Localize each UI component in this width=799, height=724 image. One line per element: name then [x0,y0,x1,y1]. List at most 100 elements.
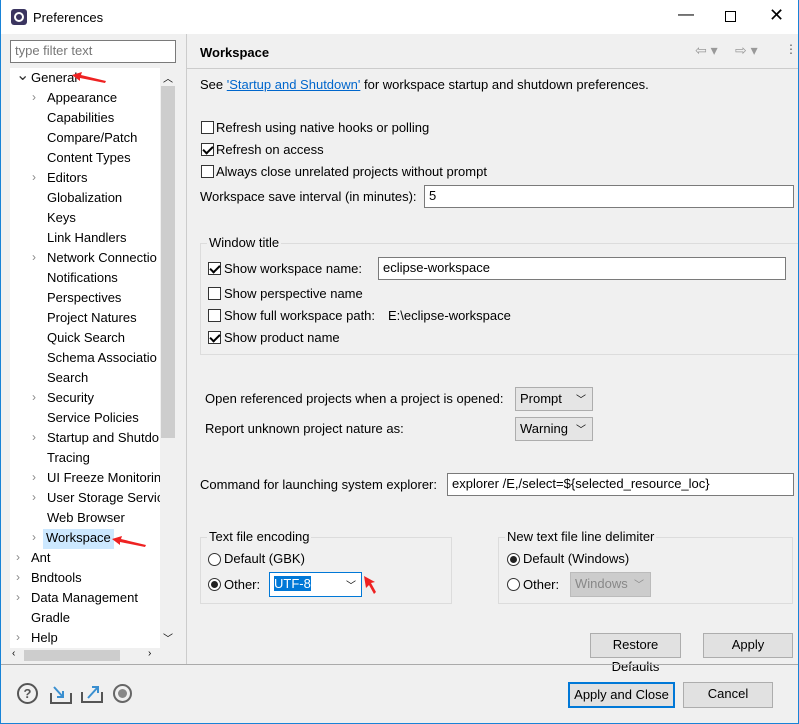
maximize-button[interactable] [725,11,736,22]
chevron-right-icon[interactable]: › [32,490,36,504]
export-icon[interactable] [80,682,104,704]
tree-item[interactable]: Perspectives [47,289,121,309]
delimiter-default-radio[interactable] [507,553,520,566]
encoding-other-radio[interactable] [208,578,221,591]
tree-item[interactable]: Schema Associatio [47,349,157,369]
tree-item[interactable]: Search [47,369,88,389]
tree-vertical-scrollbar[interactable]: ︿ ﹀ [160,68,176,648]
tree-item[interactable]: Globalization [47,189,122,209]
scroll-thumb[interactable] [24,650,120,661]
delimiter-default-label: Default (Windows) [523,551,630,566]
show-product-label: Show product name [224,330,340,345]
tree-item[interactable]: Tracing [47,449,90,469]
tree-item[interactable]: User Storage Servic [47,489,160,509]
report-unknown-label: Report unknown project nature as: [205,421,404,436]
tree-item[interactable]: Keys [47,209,76,229]
delimiter-other-label: Other: [523,577,560,592]
show-workspace-name-checkbox[interactable] [208,262,221,275]
chevron-right-icon[interactable]: › [32,170,36,184]
refresh-access-label: Refresh on access [216,142,324,157]
chevron-down-icon: ﹀ [346,581,356,592]
show-full-path-label: Show full workspace path: [224,308,376,323]
help-icon[interactable]: ? [17,683,38,704]
annotation-arrow-icon [112,536,146,547]
close-button[interactable]: ✕ [769,5,784,26]
startup-shutdown-link[interactable]: 'Startup and Shutdown' [227,77,361,92]
filter-input[interactable]: type filter text [10,40,176,63]
tree-item[interactable]: Ant [31,549,51,569]
import-icon[interactable] [49,683,73,705]
tree-item[interactable]: Bndtools [31,569,82,589]
title-bar: Preferences — ✕ [0,0,799,34]
tree-item[interactable]: Workspace [43,529,114,549]
divider [186,34,187,664]
group-title: Text file encoding [207,529,312,544]
tree-item[interactable]: Appearance [47,89,117,109]
apply-button[interactable]: Apply [703,633,793,658]
chevron-right-icon[interactable]: › [16,630,20,644]
back-icon[interactable]: ⇦ ▾ [695,42,718,59]
workspace-name-input[interactable]: eclipse-workspace [378,257,786,280]
chevron-right-icon[interactable]: › [32,470,36,484]
explorer-input[interactable]: explorer /E,/select=${selected_resource_… [447,473,794,496]
view-menu-icon[interactable]: ⋮ [785,42,797,56]
save-interval-input[interactable]: 5 [424,185,794,208]
tree-item[interactable]: Security [47,389,94,409]
tree-horizontal-scrollbar[interactable]: ‹ › [10,648,160,663]
tree-item[interactable]: Notifications [47,269,118,289]
chevron-right-icon[interactable]: › [32,430,36,444]
tree-item[interactable]: Quick Search [47,329,125,349]
encoding-select[interactable]: UTF-8 ﹀ [269,572,362,597]
chevron-right-icon[interactable]: › [32,390,36,404]
forward-icon[interactable]: ⇨ ▾ [735,42,758,59]
annotation-arrow-icon [72,72,106,83]
record-icon[interactable] [113,684,132,703]
tree-item[interactable]: Network Connectio [47,249,157,269]
tree-item[interactable]: Web Browser [47,509,125,529]
cancel-button[interactable]: Cancel [683,682,773,708]
tree-item[interactable]: Editors [47,169,87,189]
chevron-right-icon[interactable]: › [16,550,20,564]
chevron-right-icon[interactable]: › [32,90,36,104]
save-interval-label: Workspace save interval (in minutes): [200,189,417,204]
show-full-path-checkbox[interactable] [208,309,221,322]
chevron-down-icon[interactable]: ⌄ [16,68,29,85]
delimiter-other-radio[interactable] [507,578,520,591]
refresh-native-checkbox[interactable] [201,121,214,134]
tree-item[interactable]: Link Handlers [47,229,127,249]
encoding-default-label: Default (GBK) [224,551,305,566]
delimiter-select[interactable]: Windows ﹀ [570,572,651,597]
restore-defaults-button[interactable]: Restore Defaults [590,633,681,674]
apply-and-close-button[interactable]: Apply and Close [568,682,675,708]
chevron-right-icon[interactable]: › [16,590,20,604]
tree-item[interactable]: Content Types [47,149,131,169]
show-perspective-checkbox[interactable] [208,287,221,300]
tree-item[interactable]: Capabilities [47,109,114,129]
encoding-default-radio[interactable] [208,553,221,566]
preference-tree[interactable]: ⌄ General › Appearance Capabilities Compare/P… [10,68,160,648]
open-referenced-select[interactable]: Prompt ﹀ [515,387,593,411]
group-title: Window title [207,235,282,250]
always-close-checkbox[interactable] [201,165,214,178]
annotation-arrow-icon [364,576,376,594]
report-unknown-select[interactable]: Warning ﹀ [515,417,593,441]
open-referenced-label: Open referenced projects when a project … [205,391,504,406]
chevron-right-icon[interactable]: › [32,250,36,264]
tree-item[interactable]: Data Management [31,589,138,609]
always-close-label: Always close unrelated projects without … [216,164,487,179]
show-workspace-name-label: Show workspace name: [224,261,363,276]
tree-item[interactable]: Service Policies [47,409,139,429]
show-product-checkbox[interactable] [208,331,221,344]
chevron-right-icon[interactable]: › [16,570,20,584]
tree-item[interactable]: Project Natures [47,309,137,329]
tree-item[interactable]: UI Freeze Monitorin [47,469,160,489]
refresh-access-checkbox[interactable] [201,143,214,156]
chevron-right-icon[interactable]: › [32,530,36,544]
tree-item[interactable]: Compare/Patch [47,129,137,149]
tree-item[interactable]: Startup and Shutdo [47,429,159,449]
tree-item[interactable]: General [31,69,77,89]
tree-item[interactable]: Gradle [31,609,70,629]
minimize-button[interactable]: — [678,6,694,24]
scroll-thumb[interactable] [161,86,175,438]
tree-item[interactable]: Help [31,629,58,648]
